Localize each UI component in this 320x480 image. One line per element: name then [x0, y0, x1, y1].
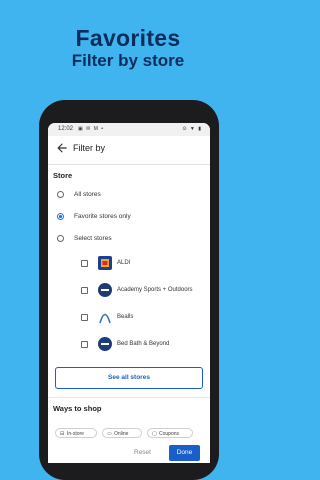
chip-coupons[interactable]: ▢ Coupons — [147, 428, 193, 438]
promo-subtitle: Filter by store — [71, 51, 185, 70]
arrow-back-icon[interactable] — [55, 141, 69, 155]
academy-logo-icon — [98, 283, 112, 297]
bed-bath-beyond-logo-icon — [98, 337, 112, 351]
see-all-stores-button[interactable]: See all stores — [55, 367, 203, 389]
radio-button[interactable] — [57, 235, 64, 242]
store-label: Academy Sports + Outdoors — [117, 287, 193, 293]
chip-online[interactable]: ▭ Online — [102, 428, 142, 438]
done-button[interactable]: Done — [169, 445, 200, 461]
status-bar: 12:02 ▣ ✉ M • ⊙ ▼ ▮ — [48, 123, 210, 136]
store-checkbox[interactable] — [81, 314, 88, 321]
store-checkbox[interactable] — [81, 260, 88, 267]
status-time: 12:02 — [58, 126, 74, 132]
laptop-icon: ▭ — [107, 431, 112, 437]
aldi-logo-icon — [98, 256, 112, 270]
store-label: ALDI — [117, 260, 131, 266]
app-bar: Filter by — [48, 136, 210, 165]
coupon-icon: ▢ — [152, 431, 157, 437]
ways-to-shop-title: Ways to shop — [53, 404, 102, 413]
storefront-icon: ⊟ — [60, 431, 65, 437]
radio-label: Select stores — [74, 235, 112, 242]
store-checkbox[interactable] — [81, 287, 88, 294]
notification-icons: ▣ ✉ M • — [78, 126, 104, 132]
chip-label: Coupons — [159, 431, 180, 437]
radio-button[interactable] — [57, 191, 64, 198]
bealls-logo-icon — [98, 310, 112, 324]
phone-screen: 12:02 ▣ ✉ M • ⊙ ▼ ▮ Filter by Store All … — [48, 123, 210, 463]
store-section-title: Store — [53, 171, 73, 180]
radio-label: Favorite stores only — [74, 213, 131, 220]
radio-label: All stores — [74, 191, 101, 198]
chip-in-store[interactable]: ⊟ In-store — [55, 428, 97, 438]
chip-label: In-store — [67, 431, 84, 437]
bottom-action-bar: Reset Done — [48, 445, 210, 463]
chip-label: Online — [114, 431, 129, 437]
radio-button-selected[interactable] — [57, 213, 64, 220]
promo-title: Favorites — [75, 25, 181, 51]
system-icons: ⊙ ▼ ▮ — [182, 126, 202, 132]
section-divider — [48, 397, 210, 398]
store-label: Bed Bath & Beyond — [117, 341, 170, 347]
store-label: Bealls — [117, 314, 134, 320]
store-checkbox[interactable] — [81, 341, 88, 348]
page-title: Filter by — [73, 143, 106, 153]
